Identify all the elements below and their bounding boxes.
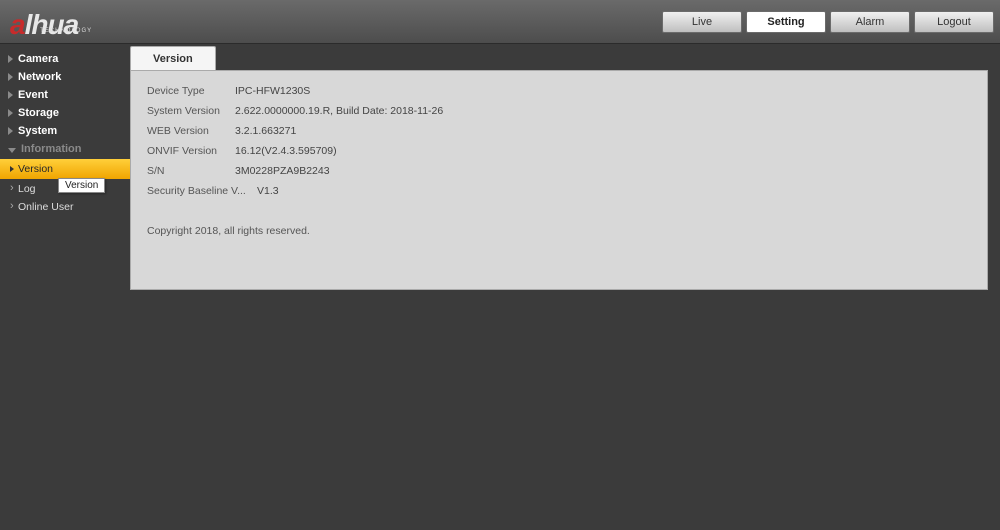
sidebar-item-system[interactable]: System: [0, 122, 130, 140]
sidebar-item-event[interactable]: Event: [0, 86, 130, 104]
sidebar-label: Storage: [18, 107, 59, 119]
sidebar-label: Information: [21, 143, 82, 155]
chevron-right-icon: [8, 91, 13, 99]
sidebar-item-storage[interactable]: Storage: [0, 104, 130, 122]
main: Camera Network Event Storage System Info…: [0, 44, 1000, 530]
chevron-right-icon: [8, 127, 13, 135]
info-value: IPC-HFW1230S: [235, 85, 310, 97]
sidebar-label: Event: [18, 89, 48, 101]
nav-alarm-button[interactable]: Alarm: [830, 11, 910, 33]
header: alhua TECHNOLOGY Live Setting Alarm Logo…: [0, 0, 1000, 44]
info-label: WEB Version: [147, 125, 235, 137]
info-value: 3.2.1.663271: [235, 125, 296, 137]
content-area: Version Device Type IPC-HFW1230S System …: [130, 44, 1000, 530]
info-label: System Version: [147, 105, 235, 117]
sidebar-sub-label: Log: [18, 183, 36, 195]
tab-version[interactable]: Version: [130, 46, 216, 70]
nav-live-button[interactable]: Live: [662, 11, 742, 33]
sidebar-label: Network: [18, 71, 61, 83]
row-sn: S/N 3M0228PZA9B2243: [147, 165, 971, 177]
sidebar-sub-log[interactable]: Log Version: [0, 180, 130, 198]
sidebar-item-network[interactable]: Network: [0, 68, 130, 86]
info-value: 16.12(V2.4.3.595709): [235, 145, 337, 157]
nav-logout-button[interactable]: Logout: [914, 11, 994, 33]
copyright-text: Copyright 2018, all rights reserved.: [147, 225, 971, 237]
sidebar-sub-label: Online User: [18, 201, 73, 213]
sidebar-sub-version[interactable]: Version: [0, 159, 130, 179]
version-panel: Device Type IPC-HFW1230S System Version …: [130, 70, 988, 290]
sidebar-sub-label: Version: [18, 163, 53, 175]
row-web-version: WEB Version 3.2.1.663271: [147, 125, 971, 137]
chevron-right-icon: [8, 73, 13, 81]
sidebar-item-camera[interactable]: Camera: [0, 50, 130, 68]
logo-subtext: TECHNOLOGY: [40, 28, 92, 34]
info-label: Security Baseline V...: [147, 185, 257, 197]
sidebar-label: Camera: [18, 53, 58, 65]
brand-logo: alhua TECHNOLOGY: [10, 2, 92, 41]
info-table: Device Type IPC-HFW1230S System Version …: [147, 85, 971, 197]
row-device-type: Device Type IPC-HFW1230S: [147, 85, 971, 97]
info-label: Device Type: [147, 85, 235, 97]
logo-text: alhua: [10, 9, 78, 41]
tooltip: Version: [58, 178, 105, 193]
row-onvif-version: ONVIF Version 16.12(V2.4.3.595709): [147, 145, 971, 157]
info-value: 3M0228PZA9B2243: [235, 165, 330, 177]
nav-setting-button[interactable]: Setting: [746, 11, 826, 33]
chevron-right-icon: [8, 109, 13, 117]
row-system-version: System Version 2.622.0000000.19.R, Build…: [147, 105, 971, 117]
info-value: 2.622.0000000.19.R, Build Date: 2018-11-…: [235, 105, 443, 117]
top-nav: Live Setting Alarm Logout: [662, 11, 994, 33]
info-value: V1.3: [257, 185, 279, 197]
chevron-down-icon: [8, 148, 16, 153]
info-label: S/N: [147, 165, 235, 177]
info-label: ONVIF Version: [147, 145, 235, 157]
sidebar-item-information[interactable]: Information: [0, 140, 130, 158]
sidebar: Camera Network Event Storage System Info…: [0, 44, 130, 530]
tab-bar: Version: [130, 44, 1000, 70]
chevron-right-icon: [8, 55, 13, 63]
row-security-baseline: Security Baseline V... V1.3: [147, 185, 971, 197]
sidebar-sub-online-user[interactable]: Online User: [0, 198, 130, 216]
sidebar-label: System: [18, 125, 57, 137]
